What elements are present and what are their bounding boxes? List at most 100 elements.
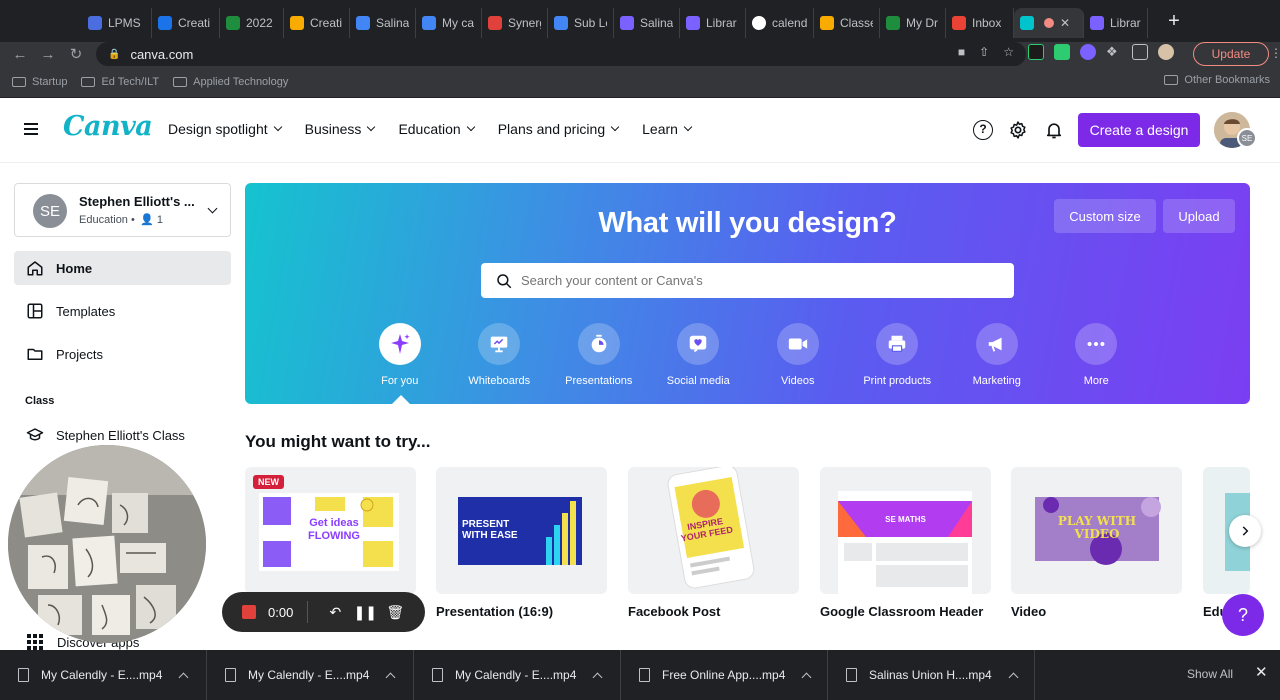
bookmark-applied-technology[interactable]: Applied Technology [173, 76, 288, 88]
category-videos[interactable]: Videos [748, 323, 848, 387]
download-filename: My Calendly - E....mp4 [455, 668, 577, 682]
chevron-up-icon[interactable] [385, 672, 396, 682]
extension-icon[interactable] [1028, 44, 1044, 60]
browser-tab[interactable]: Inbox [946, 8, 1014, 38]
reload-icon[interactable]: ↻ [62, 45, 90, 63]
suggestion-card-google-classroom-header[interactable]: SE MATHS Google Classroom Header [820, 467, 991, 619]
other-bookmarks[interactable]: Other Bookmarks [1164, 74, 1270, 86]
chevron-up-icon[interactable] [801, 672, 812, 682]
browser-tab[interactable]: 2022 [220, 8, 284, 38]
chevron-up-icon[interactable] [178, 672, 189, 682]
category-print-products[interactable]: Print products [848, 323, 948, 387]
browser-tab[interactable]: Salina [614, 8, 680, 38]
download-item[interactable]: My Calendly - E....mp4 [207, 650, 414, 700]
hamburger-menu-icon[interactable] [24, 123, 38, 135]
browser-tab[interactable]: Creati [152, 8, 220, 38]
nav-business[interactable]: Business [304, 121, 376, 137]
browser-tab[interactable]: My ca [416, 8, 482, 38]
category-whiteboards[interactable]: Whiteboards [450, 323, 550, 387]
update-button[interactable]: Update [1193, 42, 1269, 66]
show-all-downloads[interactable]: Show All [1187, 667, 1233, 681]
extension-icon[interactable] [1054, 44, 1070, 60]
bookmark-star-icon[interactable]: ☆ [1003, 45, 1014, 59]
address-bar[interactable]: 🔒 canva.com ■ ⇧ ☆ [96, 42, 1026, 66]
chevron-up-icon[interactable] [592, 672, 603, 682]
sidebar-item-label: Home [56, 260, 93, 276]
puzzle-icon[interactable]: ❖ [1106, 44, 1122, 60]
bookmark-edtech[interactable]: Ed Tech/ILT [81, 76, 159, 88]
menu-kebab-icon[interactable]: ⋮ [1270, 46, 1280, 60]
category-marketing[interactable]: Marketing [947, 323, 1047, 387]
tab-favicon-icon [290, 16, 304, 30]
suggestion-card-whiteboard[interactable]: NEW Get ideas FLOWING [245, 467, 416, 604]
browser-tab[interactable]: Creati [284, 8, 350, 38]
category-more[interactable]: More [1047, 323, 1147, 387]
custom-size-button[interactable]: Custom size [1054, 199, 1156, 233]
nav-label: Business [304, 121, 362, 137]
download-item[interactable]: Salinas Union H....mp4 [828, 650, 1035, 700]
stop-record-icon[interactable] [242, 605, 256, 619]
camera-icon[interactable]: ■ [958, 45, 965, 59]
category-for-you[interactable]: For you [350, 323, 450, 387]
download-filename: Free Online App....mp4 [662, 668, 786, 682]
undo-icon[interactable]: ↶ [320, 604, 350, 621]
download-item[interactable]: Free Online App....mp4 [621, 650, 828, 700]
browser-tab[interactable]: LPMS [82, 8, 152, 38]
nav-design-spotlight[interactable]: Design spotlight [168, 121, 282, 137]
gear-icon[interactable] [1008, 120, 1028, 140]
canva-header: Canva Design spotlight Business Educatio… [0, 99, 1280, 163]
help-icon[interactable]: ? [973, 120, 993, 140]
sidebar-item-templates[interactable]: Templates [14, 294, 231, 328]
category-presentations[interactable]: Presentations [549, 323, 649, 387]
browser-tab[interactable]: My Dr [880, 8, 946, 38]
sidebar-item-projects[interactable]: Projects [14, 337, 231, 371]
create-design-button[interactable]: Create a design [1078, 113, 1200, 147]
category-label: Presentations [565, 375, 633, 387]
sidebar-item-home[interactable]: Home [14, 251, 231, 285]
search-bar[interactable] [481, 263, 1014, 298]
close-icon[interactable]: ✕ [1255, 663, 1268, 681]
nav-education[interactable]: Education [398, 121, 475, 137]
share-icon[interactable]: ⇧ [979, 45, 989, 59]
forward-icon[interactable]: → [34, 46, 62, 63]
carousel-next-button[interactable] [1229, 515, 1261, 547]
close-tab-icon[interactable]: ✕ [1060, 16, 1070, 30]
bookmark-label: Startup [32, 75, 68, 88]
suggestion-card-facebook-post[interactable]: INSPIRE YOUR FEED Facebook Post [628, 467, 799, 619]
sidepanel-icon[interactable] [1132, 44, 1148, 60]
canva-logo[interactable]: Canva [63, 111, 153, 142]
trash-icon[interactable]: 🗑 [380, 604, 410, 621]
browser-tab[interactable]: ✕ [1014, 8, 1084, 38]
browser-tab[interactable]: Salina [350, 8, 416, 38]
browser-tab[interactable]: Librar [680, 8, 746, 38]
help-button[interactable]: ? [1222, 594, 1264, 636]
category-social-media[interactable]: Social media [649, 323, 749, 387]
pause-icon[interactable]: ❚❚ [350, 604, 380, 621]
suggestion-card-presentation[interactable]: PRESENT WITH EASE Presentation (16:9) [436, 467, 607, 619]
profile-avatar[interactable] [1158, 44, 1174, 60]
webcam-bubble[interactable] [8, 445, 206, 643]
browser-tab[interactable]: calend [746, 8, 814, 38]
browser-tab[interactable]: Sub Le [548, 8, 614, 38]
bell-icon[interactable] [1044, 120, 1064, 140]
chevron-down-icon [207, 203, 218, 214]
chevron-down-icon [466, 122, 475, 132]
search-input[interactable] [521, 273, 991, 288]
tab-favicon-icon [686, 16, 700, 30]
nav-learn[interactable]: Learn [642, 121, 693, 137]
bookmark-startup[interactable]: Startup [12, 76, 67, 88]
download-item[interactable]: My Calendly - E....mp4 [414, 650, 621, 700]
team-switcher[interactable]: SE Stephen Elliott's ... Education • 👤 1 [14, 183, 231, 237]
nav-plans-pricing[interactable]: Plans and pricing [498, 121, 620, 137]
browser-tab[interactable]: Classe [814, 8, 880, 38]
suggestion-card-video[interactable]: PLAY WITH VIDEO Video [1011, 467, 1182, 619]
browser-tab[interactable]: Librar [1084, 8, 1148, 38]
chevron-up-icon[interactable] [1008, 672, 1019, 682]
download-item[interactable]: My Calendly - E....mp4 [0, 650, 207, 700]
new-tab-icon[interactable]: + [1162, 10, 1186, 33]
extension-icon[interactable] [1080, 44, 1096, 60]
browser-tab[interactable]: Synerg [482, 8, 548, 38]
back-icon[interactable]: ← [6, 46, 34, 63]
tab-favicon-icon [1020, 16, 1034, 30]
upload-button[interactable]: Upload [1163, 199, 1235, 233]
